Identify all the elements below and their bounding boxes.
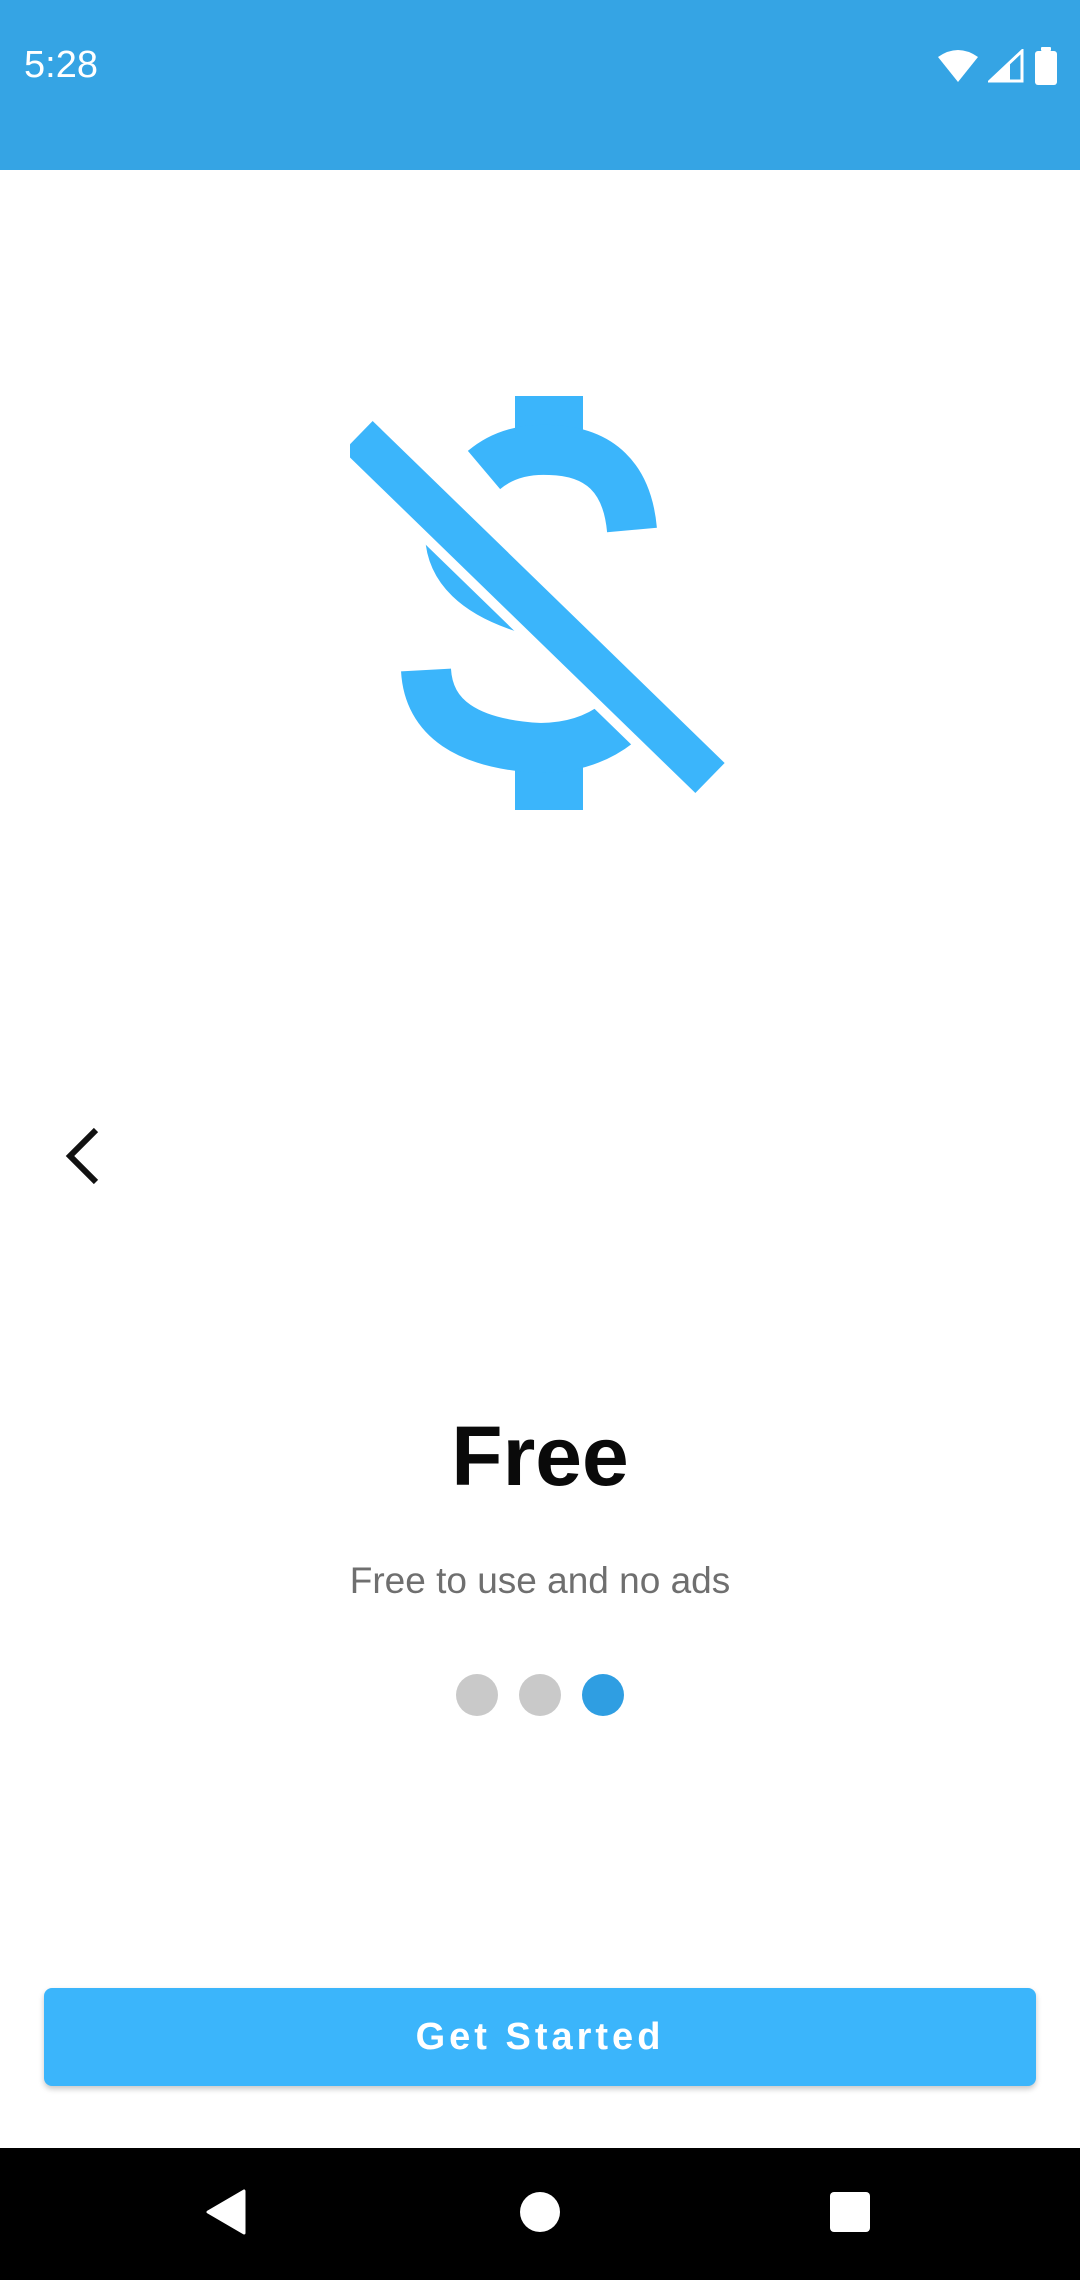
- nav-back-button[interactable]: [186, 2174, 266, 2254]
- back-triangle-icon: [204, 2189, 248, 2240]
- page-dot-2[interactable]: [519, 1674, 561, 1716]
- onboarding-screen: 5:28 Free Free to use and no ads Get Sta…: [0, 0, 1080, 2280]
- back-button[interactable]: [46, 1118, 118, 1198]
- page-dot-3[interactable]: [582, 1674, 624, 1716]
- status-time: 5:28: [24, 44, 98, 86]
- wifi-icon: [938, 49, 978, 83]
- page-indicator: [0, 1674, 1080, 1716]
- battery-icon: [1034, 47, 1058, 85]
- status-icons: [938, 46, 1058, 86]
- signal-icon: [988, 49, 1024, 83]
- status-bar: 5:28: [0, 0, 1080, 170]
- nav-recents-button[interactable]: [810, 2174, 890, 2254]
- home-circle-icon: [518, 2190, 562, 2239]
- system-nav-bar: [0, 2148, 1080, 2280]
- get-started-button[interactable]: Get Started: [44, 1988, 1036, 2086]
- page-title: Free: [451, 1409, 629, 1503]
- nav-home-button[interactable]: [500, 2174, 580, 2254]
- chevron-left-icon: [62, 1126, 102, 1191]
- recents-square-icon: [828, 2190, 872, 2239]
- money-off-icon: [324, 390, 730, 820]
- page-dot-1[interactable]: [456, 1674, 498, 1716]
- page-subtitle: Free to use and no ads: [349, 1560, 731, 1601]
